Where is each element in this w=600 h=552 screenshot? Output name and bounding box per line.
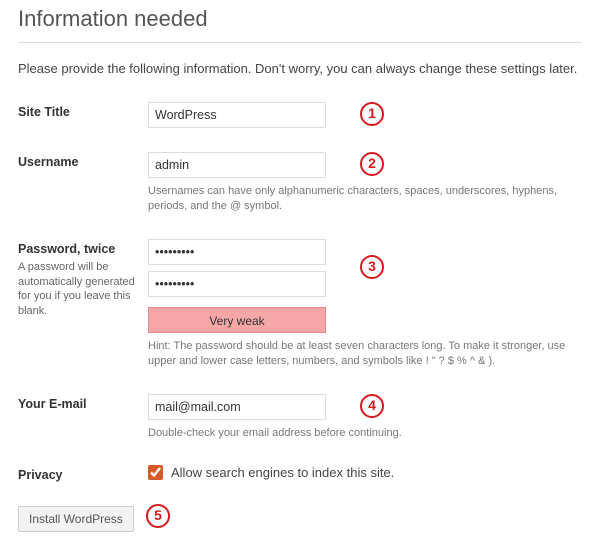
label-email: Your E-mail [18, 397, 148, 411]
input-email[interactable] [148, 394, 326, 420]
hint-password: Hint: The password should be at least se… [148, 339, 582, 370]
callout-3: 3 [360, 255, 384, 279]
label-privacy: Privacy [18, 468, 148, 482]
row-email: Your E-mail Double-check your email addr… [18, 394, 582, 441]
page-title: Information needed [18, 6, 582, 32]
password-strength-meter: Very weak [148, 307, 326, 333]
callout-2: 2 [360, 152, 384, 176]
checkbox-privacy[interactable] [148, 465, 163, 480]
row-password: Password, twice A password will be autom… [18, 239, 582, 370]
install-wordpress-button[interactable]: Install WordPress [18, 506, 134, 532]
callout-1: 1 [360, 102, 384, 126]
hint-email: Double-check your email address before c… [148, 426, 582, 441]
row-privacy: Privacy Allow search engines to index th… [18, 465, 582, 482]
sublabel-password: A password will be automatically generat… [18, 260, 148, 319]
callout-4: 4 [360, 394, 384, 418]
input-site-title[interactable] [148, 102, 326, 128]
label-username: Username [18, 155, 148, 169]
checkbox-privacy-label: Allow search engines to index this site. [171, 465, 394, 480]
label-site-title: Site Title [18, 105, 148, 119]
input-username[interactable] [148, 152, 326, 178]
intro-text: Please provide the following information… [18, 61, 582, 76]
row-username: Username Usernames can have only alphanu… [18, 152, 582, 215]
label-password: Password, twice [18, 242, 148, 256]
callout-5: 5 [146, 504, 170, 528]
input-password-1[interactable] [148, 239, 326, 265]
hint-username: Usernames can have only alphanumeric cha… [148, 184, 582, 215]
row-submit: Install WordPress 5 [18, 506, 582, 532]
row-site-title: Site Title 1 [18, 102, 582, 128]
input-password-2[interactable] [148, 271, 326, 297]
divider [18, 42, 582, 43]
